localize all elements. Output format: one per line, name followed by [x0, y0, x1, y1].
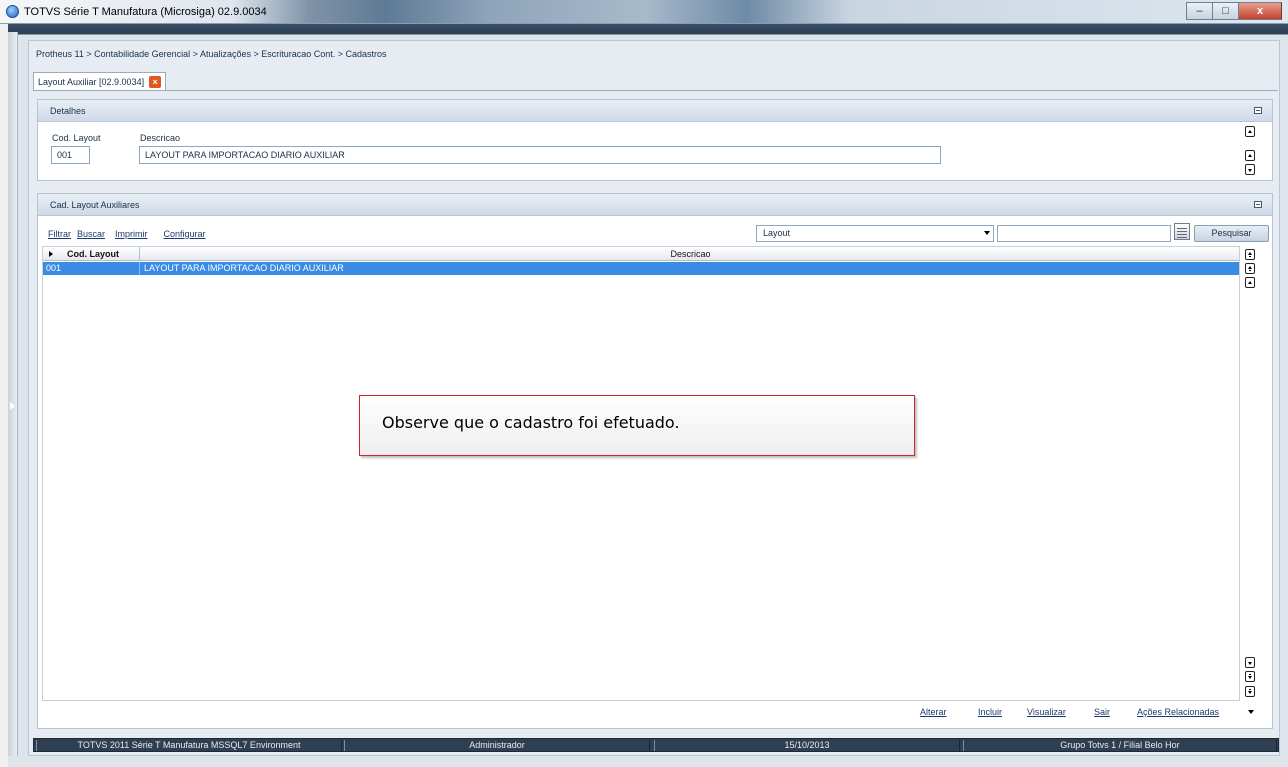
- configurar-link[interactable]: Configurar: [164, 229, 206, 239]
- search-input[interactable]: [997, 225, 1171, 242]
- scroll-down-icon[interactable]: [1245, 657, 1255, 668]
- tab-close-icon[interactable]: ×: [149, 76, 162, 88]
- pesquisar-button[interactable]: Pesquisar: [1194, 225, 1269, 242]
- descricao-field[interactable]: LAYOUT PARA IMPORTACAO DIARIO AUXILIAR: [139, 146, 941, 164]
- list-panel-header: Cad. Layout Auxiliares: [38, 194, 1272, 216]
- details-panel-header: Detalhes: [38, 100, 1272, 122]
- scroll-up-icon[interactable]: [1245, 277, 1255, 288]
- window-controls: – □ x: [1186, 2, 1282, 20]
- sair-link[interactable]: Sair: [1094, 707, 1110, 717]
- search-field-select-value: Layout: [763, 228, 791, 238]
- grid-header: Cod. Layout Descricao: [43, 247, 1239, 261]
- filtrar-link[interactable]: Filtrar: [48, 229, 71, 239]
- chevron-right-icon: [10, 402, 15, 410]
- descricao-label: Descricao: [140, 133, 181, 143]
- chevron-down-icon: [984, 231, 990, 235]
- details-panel-title: Detalhes: [50, 106, 86, 116]
- table-row[interactable]: 001 LAYOUT PARA IMPORTACAO DIARIO AUXILI…: [43, 262, 1239, 275]
- minimize-button[interactable]: –: [1186, 2, 1212, 20]
- status-branch: Grupo Totvs 1 / Filial Belo Hor: [963, 740, 1277, 751]
- column-separator: [139, 262, 140, 275]
- cod-layout-field[interactable]: 001: [51, 146, 90, 164]
- scroll-top-icon[interactable]: [1245, 249, 1255, 260]
- maximize-button[interactable]: □: [1212, 2, 1238, 20]
- column-header-descricao[interactable]: Descricao: [140, 249, 1241, 259]
- collapse-panel-icon[interactable]: [1254, 107, 1262, 114]
- incluir-link[interactable]: Incluir: [978, 707, 1002, 717]
- status-bar: TOTVS 2011 Série T Manufatura MSSQL7 Env…: [33, 738, 1279, 752]
- chevron-down-icon[interactable]: [1248, 710, 1254, 714]
- cod-layout-label: Cod. Layout: [52, 133, 101, 143]
- scroll-up-icon[interactable]: [1245, 150, 1255, 161]
- totvs-logo-icon: [6, 5, 19, 18]
- tab-layout-auxiliar[interactable]: Layout Auxiliar [02.9.0034] ×: [33, 72, 167, 91]
- tab-divider: [33, 90, 1278, 91]
- collapse-panel-icon[interactable]: [1254, 201, 1262, 208]
- page-down-icon[interactable]: [1245, 671, 1255, 682]
- list-panel-title: Cad. Layout Auxiliares: [50, 200, 140, 210]
- breadcrumb: Protheus 11 > Contabilidade Gerencial > …: [36, 49, 387, 59]
- close-window-button[interactable]: x: [1238, 2, 1282, 20]
- window-title: TOTVS Série T Manufatura (Microsiga) 02.…: [24, 6, 267, 18]
- scroll-down-icon[interactable]: [1245, 164, 1255, 175]
- page-up-icon[interactable]: [1245, 263, 1255, 274]
- annotation-text: Observe que o cadastro foi efetuado.: [382, 413, 680, 432]
- status-environment: TOTVS 2011 Série T Manufatura MSSQL7 Env…: [36, 740, 342, 751]
- acoes-relacionadas-link[interactable]: Ações Relacionadas: [1137, 707, 1219, 717]
- tab-label: Layout Auxiliar [02.9.0034]: [38, 76, 145, 87]
- row-indicator-icon: [49, 251, 53, 257]
- grid-toolbar-links: Filtrar Buscar Imprimir Configurar: [48, 229, 206, 239]
- status-date: 15/10/2013: [654, 740, 960, 751]
- alterar-link[interactable]: Alterar: [920, 707, 947, 717]
- column-header-cod-layout[interactable]: Cod. Layout: [67, 249, 119, 259]
- buscar-link[interactable]: Buscar: [77, 229, 105, 239]
- scroll-bottom-icon[interactable]: [1245, 686, 1255, 697]
- notepad-icon[interactable]: [1174, 223, 1190, 240]
- row-descricao: LAYOUT PARA IMPORTACAO DIARIO AUXILIAR: [144, 263, 344, 273]
- search-field-select[interactable]: Layout: [756, 225, 994, 242]
- details-panel: Detalhes: [37, 99, 1273, 181]
- visualizar-link[interactable]: Visualizar: [1027, 707, 1066, 717]
- window-titlebar: TOTVS Série T Manufatura (Microsiga) 02.…: [0, 0, 1288, 24]
- scroll-up-icon[interactable]: [1245, 126, 1255, 137]
- annotation-callout: Observe que o cadastro foi efetuado.: [359, 395, 915, 456]
- status-user: Administrador: [344, 740, 650, 751]
- row-cod-layout: 001: [46, 263, 62, 273]
- imprimir-link[interactable]: Imprimir: [115, 229, 148, 239]
- records-grid: Cod. Layout Descricao 001 LAYOUT PARA IM…: [42, 246, 1240, 701]
- sidebar-toggle[interactable]: [8, 32, 18, 756]
